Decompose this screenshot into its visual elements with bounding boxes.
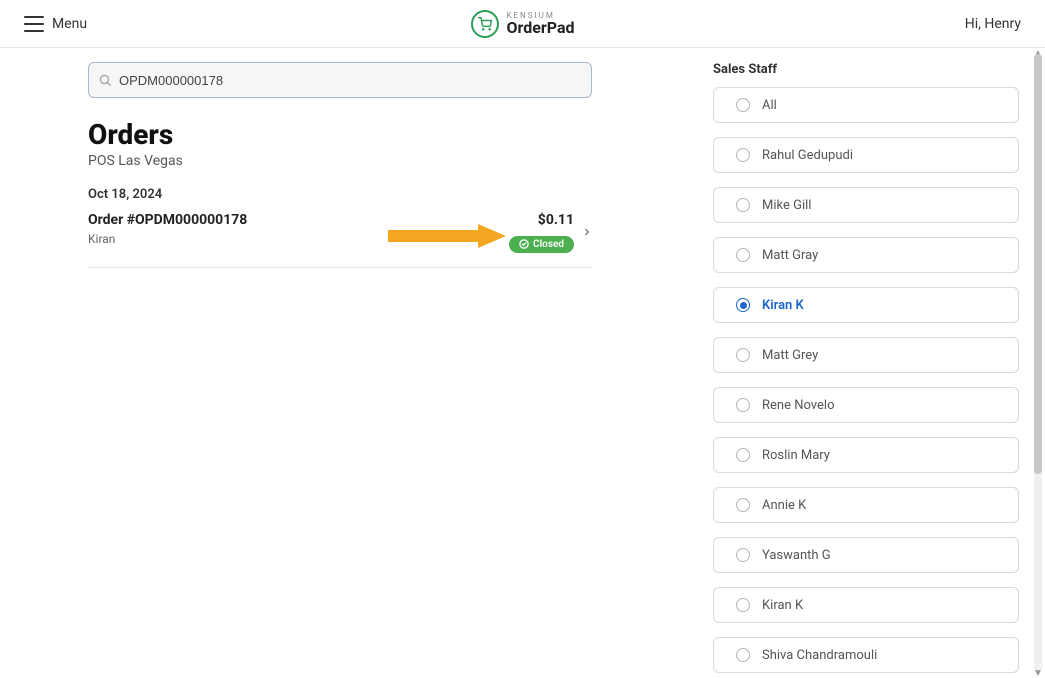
staff-list: All Rahul Gedupudi Mike Gill Matt Gray Kiran… [713,87,1019,673]
order-row[interactable]: Order #OPDM000000178 Kiran $0.11 Closed [88,212,592,268]
brand-logo: KENSIUM OrderPad [470,10,574,38]
order-id: Order #OPDM000000178 [88,212,509,228]
staff-name: Mike Gill [762,198,811,213]
search-input[interactable] [88,62,592,98]
staff-item[interactable]: Kiran K [713,287,1019,323]
radio-icon [736,198,750,212]
radio-icon [736,248,750,262]
search-wrap [88,62,592,98]
staff-name: Rene Novelo [762,398,834,413]
staff-name: Kiran K [762,298,804,313]
staff-name: All [762,98,777,113]
panel-title: Sales Staff [713,48,1019,87]
radio-icon [736,148,750,162]
brand-name: OrderPad [506,20,574,36]
radio-icon [736,648,750,662]
staff-name: Yaswanth G [762,548,831,563]
radio-icon [736,548,750,562]
staff-name: Shiva Chandramouli [762,648,877,663]
staff-item[interactable]: Rene Novelo [713,387,1019,423]
staff-item[interactable]: All [713,87,1019,123]
hamburger-icon [24,16,44,32]
radio-icon [736,398,750,412]
order-staff: Kiran [88,232,509,246]
page-title: Orders [88,118,669,151]
staff-name: Roslin Mary [762,448,830,463]
staff-name: Annie K [762,498,806,513]
radio-icon [736,348,750,362]
staff-item[interactable]: Matt Grey [713,337,1019,373]
chevron-right-icon [582,224,592,243]
staff-name: Kiran K [762,598,803,613]
staff-item[interactable]: Matt Gray [713,237,1019,273]
check-circle-icon [519,239,529,249]
staff-item[interactable]: Mike Gill [713,187,1019,223]
staff-name: Matt Grey [762,348,818,363]
staff-item[interactable]: Yaswanth G [713,537,1019,573]
menu-button[interactable]: Menu [24,16,87,32]
top-bar: Menu KENSIUM OrderPad Hi, Henry [0,0,1045,48]
staff-item[interactable]: Shiva Chandramouli [713,637,1019,673]
scrollbar-thumb[interactable] [1034,54,1042,474]
staff-item[interactable]: Kiran K [713,587,1019,623]
date-label: Oct 18, 2024 [88,187,669,202]
scroll-down-icon[interactable]: ▼ [1033,668,1043,678]
orders-panel: Orders POS Las Vegas Oct 18, 2024 Order … [0,48,693,678]
order-amount: $0.11 [509,212,574,228]
sales-staff-panel: Sales Staff All Rahul Gedupudi Mike Gill Ma… [693,48,1045,678]
main-content: Orders POS Las Vegas Oct 18, 2024 Order … [0,48,1045,678]
staff-name: Rahul Gedupudi [762,148,853,163]
radio-icon [736,598,750,612]
search-icon [98,73,112,87]
radio-icon [736,498,750,512]
user-greeting: Hi, Henry [965,16,1021,32]
staff-item[interactable]: Rahul Gedupudi [713,137,1019,173]
location-label: POS Las Vegas [88,153,669,169]
status-text: Closed [533,239,564,250]
menu-label: Menu [52,16,87,32]
radio-icon [736,298,750,312]
radio-icon [736,448,750,462]
cart-icon [470,10,498,38]
staff-name: Matt Gray [762,248,818,263]
staff-item[interactable]: Annie K [713,487,1019,523]
radio-icon [736,98,750,112]
staff-item[interactable]: Roslin Mary [713,437,1019,473]
status-badge: Closed [509,236,574,253]
